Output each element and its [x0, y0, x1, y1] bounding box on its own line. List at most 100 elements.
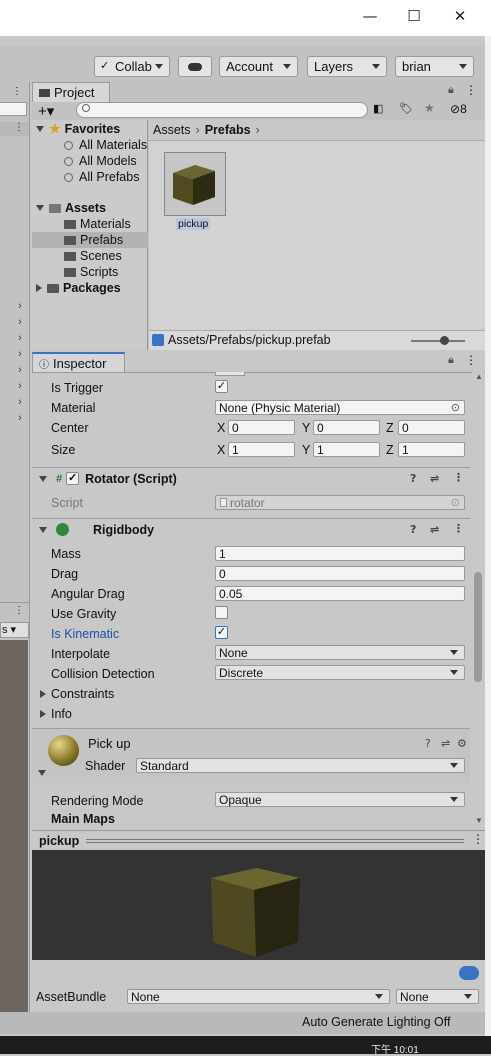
status-text[interactable]: Auto Generate Lighting Off [302, 1015, 450, 1029]
close-button[interactable]: ✕ [437, 0, 483, 32]
scroll-up-icon[interactable]: ▲ [475, 372, 483, 381]
layout-dropdown[interactable]: brian [395, 56, 474, 77]
kebab-icon[interactable]: ⋮ [14, 605, 24, 616]
size-x-field[interactable]: 1 [228, 442, 295, 457]
inspector-scrollbar[interactable]: ▲ ▼ [472, 372, 484, 828]
asset-thumbnail[interactable] [164, 152, 226, 216]
size-y-label[interactable]: Y [302, 441, 310, 459]
kebab-icon[interactable]: ⋮ [453, 471, 464, 484]
physic-material-field[interactable]: None (Physic Material) ⊙ [215, 400, 465, 415]
chevron-right-icon: › [195, 123, 200, 137]
breadcrumb-assets[interactable]: Assets [153, 123, 191, 137]
help-icon[interactable]: ? [410, 472, 416, 485]
size-y-field[interactable]: 1 [313, 442, 380, 457]
help-icon[interactable]: ? [410, 523, 416, 536]
rendering-mode-dropdown[interactable]: Opaque [215, 792, 465, 807]
cloud-button[interactable] [178, 56, 212, 77]
tree-scripts[interactable]: Scripts [64, 264, 118, 280]
rotator-component-header[interactable]: # ✓ Rotator (Script) ? ⇌ ⋮ [32, 467, 470, 489]
center-y-field[interactable]: 0 [313, 420, 380, 435]
is-trigger-checkbox[interactable]: ✓ [215, 380, 228, 393]
rotator-enabled-checkbox[interactable]: ✓ [66, 472, 80, 485]
account-dropdown[interactable]: Account [219, 56, 298, 77]
hierarchy-search[interactable] [0, 102, 27, 116]
kebab-icon[interactable]: ⋮ [472, 832, 484, 846]
tree-prefabs[interactable]: Prefabs [32, 232, 148, 248]
size-z-label[interactable]: Z [386, 441, 394, 459]
assetbundle-name-dropdown[interactable]: None [127, 989, 390, 1004]
object-picker-icon[interactable]: ⊙ [451, 401, 460, 414]
account-label: Account [226, 59, 273, 74]
tree-assets[interactable]: Assets [36, 200, 148, 216]
expand-icon[interactable] [39, 526, 47, 533]
hierarchy-row[interactable]: ⋮ [0, 122, 29, 136]
kebab-icon[interactable]: ⋮ [14, 122, 24, 133]
info-foldout[interactable]: Info [40, 705, 72, 723]
interpolate-dropdown[interactable]: None [215, 645, 465, 660]
create-button[interactable]: +▾ [38, 102, 54, 120]
size-x-label[interactable]: X [217, 441, 225, 459]
maximize-button[interactable]: ☐ [391, 0, 437, 32]
layers-dropdown[interactable]: Layers [307, 56, 387, 77]
presets-icon[interactable]: ⇌ [430, 523, 439, 536]
breadcrumb-prefabs[interactable]: Prefabs [205, 123, 251, 137]
size-z-field[interactable]: 1 [398, 442, 465, 457]
angular-drag-field[interactable]: 0.05 [215, 586, 465, 601]
hidden-packages-toggle[interactable]: ⊘8 [450, 102, 467, 116]
zoom-slider-handle[interactable] [440, 336, 449, 345]
minimize-button[interactable]: — [347, 0, 393, 32]
assetbundle-variant-dropdown[interactable]: None [396, 989, 479, 1004]
expand-icon[interactable] [39, 475, 47, 482]
mass-field[interactable]: 1 [215, 546, 465, 561]
tree-all-models[interactable]: All Models [64, 153, 137, 169]
tree-all-prefabs[interactable]: All Prefabs [64, 169, 139, 185]
kebab-icon[interactable]: ⋮ [453, 522, 464, 535]
drag-handle[interactable] [86, 839, 464, 843]
rigidbody-component-header[interactable]: Rigidbody ? ⇌ ⋮ [32, 518, 470, 540]
label-icon[interactable]: 🏷︎ [399, 102, 419, 118]
lock-icon[interactable]: 🔒︎ [448, 354, 454, 367]
kebab-icon[interactable]: ⋮ [465, 83, 477, 97]
center-z-field[interactable]: 0 [398, 420, 465, 435]
scrollbar-thumb[interactable] [474, 572, 482, 682]
console-tab[interactable]: ⋮ [0, 602, 29, 620]
search-by-type-icon[interactable]: ◧ [373, 102, 393, 118]
center-x-field[interactable]: 0 [228, 420, 295, 435]
lock-icon[interactable]: ⋮ [12, 86, 22, 97]
is-kinematic-checkbox[interactable]: ✓ [215, 626, 228, 639]
assetbundle-variant-value: None [400, 989, 429, 1004]
preview-viewport[interactable] [32, 850, 485, 960]
tree-favorites[interactable]: ★ Favorites [36, 121, 148, 137]
tree-materials[interactable]: Materials [64, 216, 131, 232]
gear-icon[interactable]: ⚙ [457, 737, 467, 750]
scroll-down-icon[interactable]: ▼ [475, 816, 483, 825]
collab-button[interactable]: ✓ Collab [94, 56, 170, 77]
use-gravity-checkbox[interactable] [215, 606, 228, 619]
help-icon[interactable]: ? [425, 737, 431, 750]
shader-dropdown[interactable]: Standard [136, 758, 465, 773]
center-y-label[interactable]: Y [302, 419, 310, 437]
expand-arrows[interactable]: › › › › › › › › [18, 298, 22, 426]
tree-packages[interactable]: Packages [36, 280, 148, 296]
expand-icon[interactable] [38, 770, 46, 776]
tab-inspector[interactable]: ⓘ Inspector [32, 352, 125, 372]
asset-name[interactable]: pickup [176, 218, 211, 230]
center-z-label[interactable]: Z [386, 419, 394, 437]
lock-icon[interactable]: 🔒︎ [448, 84, 454, 97]
drag-field[interactable]: 0 [215, 566, 465, 581]
search-input[interactable] [76, 102, 368, 118]
presets-icon[interactable]: ⇌ [430, 472, 439, 485]
presets-icon[interactable]: ⇌ [441, 737, 450, 750]
star-icon[interactable]: ★ [424, 101, 444, 117]
collision-detection-dropdown[interactable]: Discrete [215, 665, 465, 680]
tree-scenes[interactable]: Scenes [64, 248, 122, 264]
constraints-foldout[interactable]: Constraints [40, 685, 114, 703]
preview-header[interactable]: pickup ⋮ [32, 830, 485, 850]
zoom-slider[interactable] [411, 340, 465, 342]
console-filter[interactable]: s ▾ [0, 622, 29, 638]
tree-all-materials[interactable]: All Materials [64, 137, 147, 153]
kebab-icon[interactable]: ⋮ [465, 353, 477, 367]
label-icon[interactable] [459, 966, 479, 980]
center-x-label[interactable]: X [217, 419, 225, 437]
tab-project[interactable]: Project [32, 82, 110, 102]
